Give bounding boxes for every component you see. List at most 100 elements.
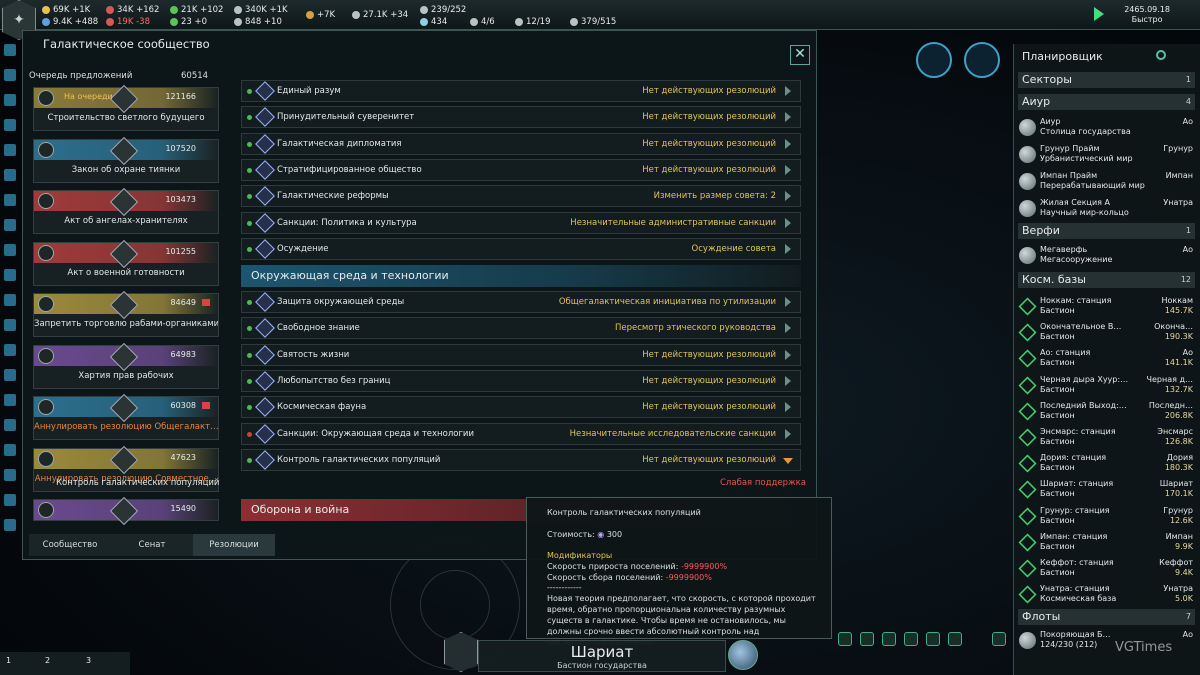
planner-section[interactable]: Косм. базы 12 bbox=[1018, 272, 1195, 288]
resolution-row[interactable]: Контроль галактических популяций Нет дейс… bbox=[241, 448, 801, 471]
tab-senate[interactable]: Сенат bbox=[111, 534, 193, 556]
resource-counter[interactable]: 340K +1K bbox=[234, 5, 288, 15]
resource-counter[interactable]: 19K -38 bbox=[106, 17, 150, 27]
outliner-shortcut-icon[interactable] bbox=[4, 144, 16, 156]
chevron-right-icon[interactable] bbox=[785, 164, 791, 175]
chevron-down-icon[interactable] bbox=[783, 457, 793, 464]
outliner-shortcut-icon[interactable] bbox=[4, 469, 16, 481]
outliner-shortcut-icon[interactable] bbox=[4, 344, 16, 356]
starbase-row[interactable]: Окончательное В… Бастион Оконча… 190.3K bbox=[1018, 321, 1195, 345]
starbase-row[interactable]: Унатра: станция Космическая база Унатра 5.0… bbox=[1018, 583, 1195, 607]
target-icon[interactable] bbox=[904, 632, 918, 646]
science-ship-icon[interactable] bbox=[860, 632, 874, 646]
group-2[interactable]: 2 bbox=[45, 656, 50, 665]
outliner-shortcut-icon[interactable] bbox=[4, 44, 16, 56]
chevron-right-icon[interactable] bbox=[785, 86, 791, 96]
starbase-row[interactable]: Шариат: станция Бастион Шариат 170.1K bbox=[1018, 478, 1195, 502]
outliner-shortcut-icon[interactable] bbox=[4, 394, 16, 406]
group-1[interactable]: 1 bbox=[6, 656, 11, 665]
close-button[interactable]: ✕ bbox=[790, 45, 810, 65]
starbase-row[interactable]: Последний Выход:… Бастион Последн… 206.8K bbox=[1018, 400, 1195, 424]
outliner-shortcut-icon[interactable] bbox=[4, 119, 16, 131]
chevron-right-icon[interactable] bbox=[785, 138, 791, 149]
outliner-shortcut-icon[interactable] bbox=[4, 319, 16, 331]
chevron-right-icon[interactable] bbox=[785, 323, 791, 334]
tab-resolutions[interactable]: Резолюции bbox=[193, 534, 275, 556]
starbase-row[interactable]: Грунур: станция Бастион Грунур 12.6K bbox=[1018, 505, 1195, 529]
resolution-row[interactable]: Стратифицированное общество Нет действующ… bbox=[241, 158, 801, 181]
stars-icon[interactable] bbox=[916, 42, 952, 78]
eye-icon[interactable] bbox=[926, 632, 940, 646]
resolution-row[interactable]: Защита окружающей среды Общегалактическая… bbox=[241, 291, 801, 313]
resource-counter[interactable]: 27.1K +34 bbox=[352, 10, 408, 20]
construction-icon[interactable] bbox=[882, 632, 896, 646]
chevron-right-icon[interactable] bbox=[785, 349, 791, 360]
fleet-icon[interactable] bbox=[838, 632, 852, 646]
group-3[interactable]: 3 bbox=[86, 656, 91, 665]
outliner-shortcut-icon[interactable] bbox=[4, 269, 16, 281]
planner-row[interactable]: Мегаверфь Мегасооружение Ао bbox=[1018, 244, 1195, 268]
proposal-card[interactable]: 101255 Акт о военной готовности bbox=[33, 239, 219, 286]
resolution-row[interactable]: Космическая фауна Нет действующих резолюц… bbox=[241, 396, 801, 419]
chevron-right-icon[interactable] bbox=[785, 402, 791, 413]
chevron-right-icon[interactable] bbox=[785, 191, 791, 202]
speed-controls[interactable] bbox=[1110, 32, 1170, 44]
starbase-row[interactable]: Кеффот: станция Бастион Кеффот 9.4K bbox=[1018, 557, 1195, 581]
resolution-row[interactable]: Осуждение Осуждение совета bbox=[241, 237, 801, 260]
resource-counter[interactable]: +7K bbox=[306, 10, 335, 20]
proposal-card[interactable]: 121166 На очереди Строительство светлого б… bbox=[33, 84, 219, 131]
starbase-row[interactable]: Энсмарс: станция Бастион Энсмарс 126.8K bbox=[1018, 426, 1195, 450]
resolution-row[interactable]: Любопытство без границ Нет действующих ре… bbox=[241, 369, 801, 392]
outliner-shortcut-icon[interactable] bbox=[4, 94, 16, 106]
resource-counter[interactable]: 21K +102 bbox=[170, 5, 223, 15]
proposal-card[interactable]: 15490 bbox=[33, 496, 219, 526]
resource-counter[interactable]: 34K +162 bbox=[106, 5, 159, 15]
planner-row[interactable]: Импан Прайм Перерабатывающий мир Импан bbox=[1018, 170, 1195, 194]
resolution-row[interactable]: Принудительный суверенитет Нет действующи… bbox=[241, 106, 801, 129]
chevron-right-icon[interactable] bbox=[785, 112, 791, 123]
resource-counter[interactable]: 9.4K +488 bbox=[42, 17, 98, 27]
starbase-row[interactable]: Ноккам: станция Бастион Ноккам 145.7K bbox=[1018, 295, 1195, 319]
empire-emblem[interactable] bbox=[444, 632, 478, 672]
planner-section[interactable]: Аиур 4 bbox=[1018, 94, 1195, 110]
proposal-label[interactable]: Контроль галактических популяций bbox=[56, 478, 219, 488]
planner-section[interactable]: Флоты 7 bbox=[1018, 609, 1195, 625]
capital-panel[interactable]: Шариат Бастион государства bbox=[478, 640, 726, 672]
planet-icon[interactable] bbox=[728, 640, 758, 670]
starbase-row[interactable]: Дория: станция Бастион Дория 180.3K bbox=[1018, 452, 1195, 476]
resolution-row[interactable]: Санкции: Политика и культура Незначительн… bbox=[241, 211, 801, 234]
starbase-row[interactable]: Ао: станция Бастион Ао 141.1K bbox=[1018, 347, 1195, 371]
proposal-card[interactable]: 84649 Запретить торговлю рабами-органикам… bbox=[33, 290, 219, 337]
proposal-card[interactable]: 107520 Закон об охране тиянки bbox=[33, 136, 219, 183]
play-button[interactable] bbox=[1094, 7, 1104, 21]
chevron-right-icon[interactable] bbox=[785, 243, 791, 254]
gear-icon[interactable] bbox=[1156, 50, 1166, 60]
resource-counter[interactable]: 239/252 bbox=[420, 5, 466, 15]
planner-row[interactable]: Аиур Столица государства Ао bbox=[1018, 116, 1195, 140]
planner-row[interactable]: Грунур Прайм Урбанистический мир Грунур bbox=[1018, 143, 1195, 167]
proposal-card[interactable]: 60308 Аннулировать резолюцию Общегалакт… bbox=[33, 393, 219, 440]
proposal-card[interactable]: 103473 Акт об ангелах-хранителях bbox=[33, 187, 219, 234]
outliner-shortcut-icon[interactable] bbox=[4, 69, 16, 81]
resolution-row[interactable]: Единый разум Нет действующих резолюций bbox=[241, 80, 801, 102]
outliner-shortcut-icon[interactable] bbox=[4, 369, 16, 381]
chevron-right-icon[interactable] bbox=[785, 375, 791, 386]
resolution-row[interactable]: Свободное знание Пересмотр этического рук… bbox=[241, 317, 801, 340]
outliner-shortcut-icon[interactable] bbox=[4, 294, 16, 306]
planner-section[interactable]: Верфи 1 bbox=[1018, 223, 1195, 239]
starbase-row[interactable]: Импан: станция Бастион Импан 9.9K bbox=[1018, 531, 1195, 555]
game-date[interactable]: 2465.09.18 Быстро bbox=[1124, 5, 1170, 25]
resource-counter[interactable]: 434 bbox=[420, 17, 447, 27]
resource-counter[interactable]: 23 +0 bbox=[170, 17, 207, 27]
tab-community[interactable]: Сообщество bbox=[29, 534, 111, 556]
outliner-shortcut-icon[interactable] bbox=[4, 169, 16, 181]
planner-row[interactable]: Жилая Секция А Научный мир-кольцо Унатра bbox=[1018, 197, 1195, 221]
resolution-row[interactable]: Санкции: Окружающая среда и технологии Не… bbox=[241, 422, 801, 445]
section-environment[interactable]: Окружающая среда и технологии bbox=[241, 265, 801, 287]
resource-counter[interactable]: 379/515 bbox=[570, 17, 616, 27]
resource-counter[interactable]: 848 +10 bbox=[234, 17, 282, 27]
outliner-shortcut-icon[interactable] bbox=[4, 494, 16, 506]
galaxy-icon[interactable] bbox=[964, 42, 1000, 78]
handshake-icon[interactable] bbox=[948, 632, 962, 646]
outliner-shortcut-icon[interactable] bbox=[4, 244, 16, 256]
